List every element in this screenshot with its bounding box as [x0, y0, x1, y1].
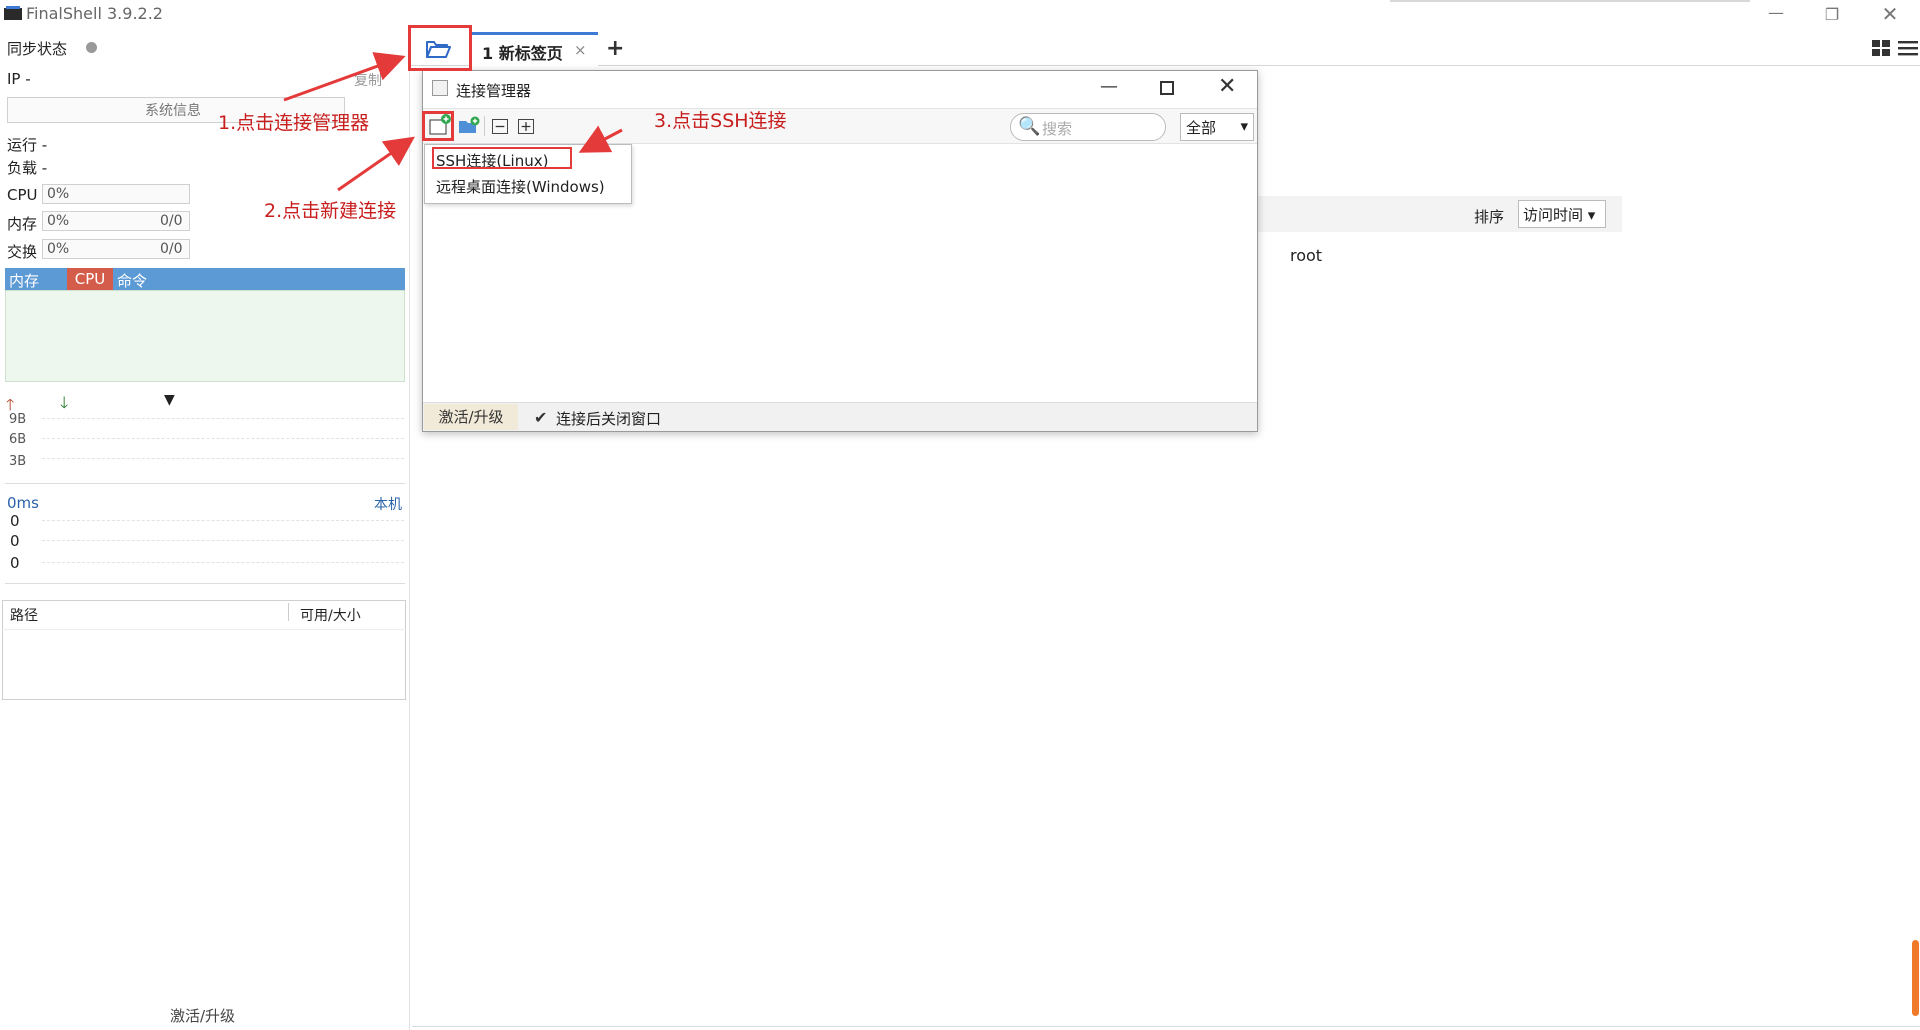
arrow-step1: [283, 52, 406, 102]
arrow-step2: [337, 136, 415, 192]
annotation-step2: 2.点击新建连接: [264, 200, 397, 222]
annotation-arrows: [283, 52, 623, 192]
arrow-step3: [578, 125, 623, 153]
annotation-step3: 3.点击SSH连接: [654, 110, 787, 132]
annotation-step1: 1.点击连接管理器: [218, 112, 370, 134]
